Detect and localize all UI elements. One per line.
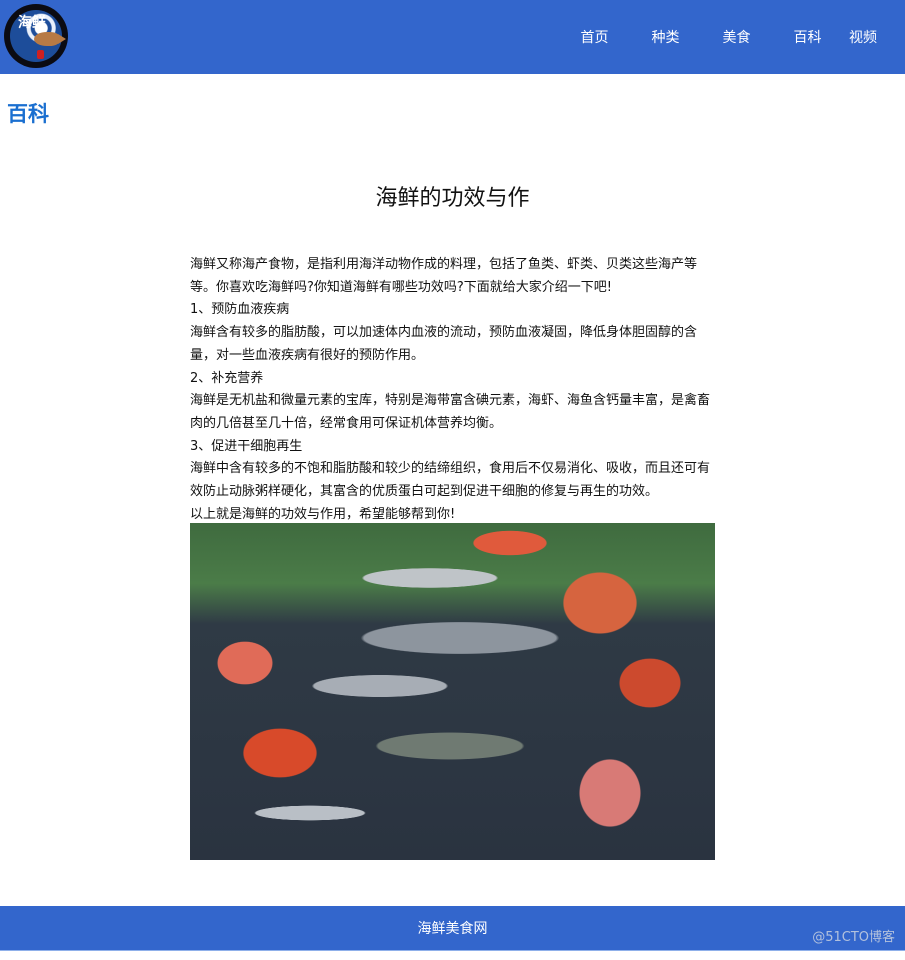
seafood-photo (190, 523, 715, 860)
article-intro: 海鲜又称海产食物，是指利用海洋动物作成的料理，包括了鱼类、虾类、贝类这些海产等等… (190, 257, 698, 295)
article-heading-2: 2、补充营养 (190, 370, 264, 386)
logo-seal-icon (37, 50, 44, 59)
main-nav: 首页 种类 美食 百科 视频 (559, 0, 905, 74)
article-heading-1: 1、预防血液疾病 (190, 302, 290, 318)
logo-fish-icon (34, 32, 66, 46)
site-footer: 海鲜美食网 (0, 906, 905, 951)
article-paragraph-3: 海鲜中含有较多的不饱和脂肪酸和较少的结缔组织，食用后不仅易消化、吸收，而且还可有… (190, 461, 711, 500)
nav-item-species[interactable]: 种类 (630, 27, 701, 47)
nav-item-video[interactable]: 视频 (843, 27, 905, 47)
footer-text: 海鲜美食网 (417, 921, 488, 937)
nav-item-cuisine[interactable]: 美食 (701, 27, 772, 47)
watermark: @51CTO博客 (812, 930, 895, 945)
logo-text: 海鲜 (18, 15, 46, 31)
article-paragraph-2: 海鲜是无机盐和微量元素的宝库，特别是海带富含碘元素，海虾、海鱼含钙量丰富，是禽畜… (190, 393, 711, 431)
article-paragraph-1: 海鲜含有较多的脂肪酸，可以加速体内血液的流动，预防血液凝固，降低身体胆固醇的含量… (190, 325, 698, 363)
article-body: 海鲜又称海产食物，是指利用海洋动物作成的料理，包括了鱼类、虾类、贝类这些海产等等… (190, 254, 720, 526)
seafood-logo-icon[interactable]: 海鲜 (4, 4, 68, 68)
nav-item-home[interactable]: 首页 (559, 27, 630, 47)
section-title: 百科 (7, 102, 49, 126)
nav-item-encyclopedia[interactable]: 百科 (772, 27, 843, 47)
article-heading-3: 3、促进干细胞再生 (190, 438, 303, 454)
site-header: 海鲜 首页 种类 美食 百科 视频 (0, 0, 905, 74)
article-title: 海鲜的功效与作 (375, 186, 530, 211)
